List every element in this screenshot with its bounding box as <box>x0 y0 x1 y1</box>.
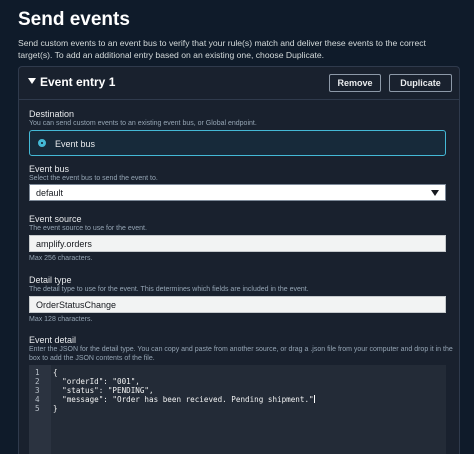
line-number: 4 <box>35 395 40 404</box>
code-line[interactable]: { <box>53 368 58 377</box>
text-cursor <box>313 395 315 403</box>
event-detail-label: Event detail <box>29 335 77 345</box>
editor-gutter: 1 2 3 4 5 <box>29 365 51 454</box>
event-entry-panel: Event entry 1 Remove Duplicate Destinati… <box>18 66 460 454</box>
event-bus-select-value: default <box>36 188 64 198</box>
caret-down-icon[interactable] <box>28 78 36 84</box>
detail-type-input[interactable]: OrderStatusChange <box>29 296 446 313</box>
send-events-page: Send events Send custom events to an eve… <box>0 0 474 454</box>
destination-option-label: Event bus <box>55 139 96 149</box>
event-source-input[interactable]: amplify.orders <box>29 235 446 252</box>
destination-hint: You can send custom events to an existin… <box>29 120 257 127</box>
event-bus-select[interactable]: default <box>29 184 446 201</box>
event-detail-hint-line1: Enter the JSON for the detail type. You … <box>29 346 453 353</box>
line-number: 5 <box>35 404 40 413</box>
code-line-with-cursor[interactable]: "message": "Order has been recieved. Pen… <box>53 395 315 404</box>
event-entry-header[interactable]: Event entry 1 Remove Duplicate <box>19 67 459 99</box>
event-bus-label: Event bus <box>29 164 70 174</box>
dropdown-arrow-icon[interactable] <box>431 190 439 196</box>
page-description: Send custom events to an event bus to ve… <box>18 38 426 60</box>
event-bus-hint: Select the event bus to send the event t… <box>29 175 158 182</box>
page-title: Send events <box>18 9 130 30</box>
event-source-value: amplify.orders <box>36 239 92 249</box>
line-number: 3 <box>35 386 40 395</box>
destination-label: Destination <box>29 109 75 119</box>
event-source-hint: The event source to use for the event. <box>29 225 147 232</box>
remove-button[interactable]: Remove <box>329 74 381 92</box>
line-number: 1 <box>35 368 40 377</box>
event-source-constraint: Max 256 characters. <box>29 255 93 262</box>
event-detail-hint-line2: box to add the JSON contents of the file… <box>29 355 155 362</box>
detail-type-hint: The detail type to use for the event. Th… <box>29 286 309 293</box>
header-divider <box>19 99 459 100</box>
duplicate-button[interactable]: Duplicate <box>389 74 452 92</box>
code-line[interactable]: "status": "PENDING", <box>53 386 153 395</box>
json-editor[interactable]: 1 2 3 4 5 { "orderId": "001", "status": … <box>29 365 446 454</box>
code-line-text[interactable]: "message": "Order has been recieved. Pen… <box>53 395 313 404</box>
event-source-label: Event source <box>29 214 82 224</box>
line-number: 2 <box>35 377 40 386</box>
code-line[interactable]: "orderId": "001", <box>53 377 140 386</box>
detail-type-constraint: Max 128 characters. <box>29 316 93 323</box>
detail-type-label: Detail type <box>29 275 72 285</box>
event-entry-title: Event entry 1 <box>40 75 116 89</box>
radio-selected-icon[interactable] <box>38 139 46 147</box>
detail-type-value: OrderStatusChange <box>36 300 117 310</box>
destination-option-event-bus[interactable]: Event bus <box>29 130 446 156</box>
code-line[interactable]: } <box>53 404 58 413</box>
